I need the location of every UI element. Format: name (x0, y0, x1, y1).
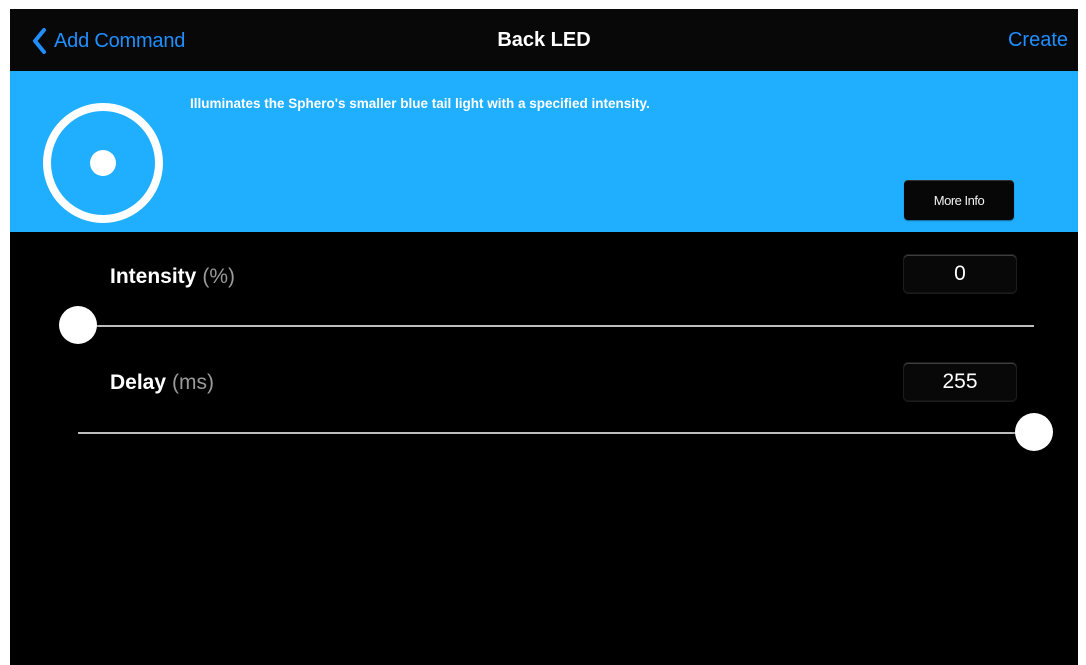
screen: Add Command Back LED Create Illuminates … (10, 9, 1078, 665)
delay-label: Delay (ms) (110, 371, 214, 395)
delay-slider-track (78, 432, 1034, 434)
intensity-label-text: Intensity (110, 265, 197, 288)
command-info-panel: Illuminates the Sphero's smaller blue ta… (10, 71, 1078, 232)
delay-slider-thumb[interactable] (1015, 413, 1053, 451)
intensity-slider[interactable] (59, 306, 1034, 346)
intensity-label: Intensity (%) (110, 265, 235, 289)
delay-value-field[interactable]: 255 (904, 363, 1016, 401)
delay-label-text: Delay (110, 371, 167, 394)
create-button[interactable]: Create (1008, 29, 1068, 52)
page-title: Back LED (497, 29, 591, 51)
navigation-bar: Add Command Back LED Create (10, 9, 1078, 71)
intensity-slider-thumb[interactable] (59, 306, 97, 344)
intensity-unit: (%) (202, 265, 236, 288)
intensity-value-field[interactable]: 0 (904, 255, 1016, 293)
command-description: Illuminates the Sphero's smaller blue ta… (190, 96, 650, 111)
delay-slider[interactable] (78, 413, 1053, 453)
back-led-icon (43, 103, 163, 223)
delay-unit: (ms) (172, 371, 215, 394)
intensity-slider-track (78, 325, 1034, 327)
more-info-button[interactable]: More Info (904, 180, 1014, 220)
